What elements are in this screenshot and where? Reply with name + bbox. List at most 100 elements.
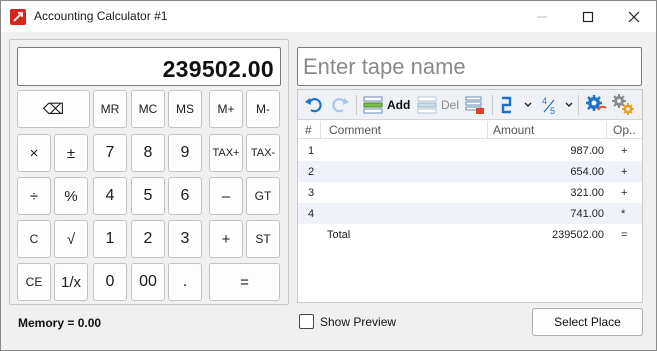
tape-row[interactable]: 4 741.00 * (298, 203, 642, 224)
column-header-comment[interactable]: Comment (329, 123, 381, 137)
double-zero-button[interactable]: 00 (131, 263, 165, 301)
calculator-window: Accounting Calculator #1 239502.00 ⌫ MR … (0, 0, 657, 351)
square-root-button[interactable]: √ (54, 220, 88, 258)
multiply-button[interactable]: × (17, 134, 51, 172)
backspace-button[interactable]: ⌫ (17, 90, 90, 128)
maximize-button[interactable] (565, 1, 611, 32)
undo-icon (305, 98, 322, 113)
clear-entry-button[interactable]: CE (17, 263, 51, 301)
tape-name-field[interactable] (297, 47, 642, 86)
recalculate-dropdown[interactable] (524, 93, 532, 117)
memory-clear-button[interactable]: MC (131, 90, 165, 128)
close-button[interactable] (611, 1, 657, 32)
memory-value: Memory = 0.00 (18, 316, 102, 330)
tax-plus-button[interactable]: TAX+ (209, 134, 243, 172)
minus-button[interactable]: – (209, 177, 243, 215)
recalculate-button[interactable] (500, 93, 514, 117)
row-amount[interactable]: 741.00 (570, 208, 604, 220)
row-number: 4 (308, 208, 315, 220)
row-amount[interactable]: 321.00 (570, 187, 604, 199)
row-number: 3 (308, 187, 315, 199)
tape-row[interactable]: 3 321.00 + (298, 182, 642, 203)
add-row-icon (363, 96, 383, 114)
digit-7-button[interactable]: 7 (93, 134, 127, 172)
app-logo-icon (10, 9, 26, 25)
digit-5-button[interactable]: 5 (131, 177, 165, 215)
digit-0-button[interactable]: 0 (93, 263, 127, 301)
digit-9-button[interactable]: 9 (168, 134, 202, 172)
redo-button[interactable] (330, 93, 350, 117)
tape-row[interactable]: 1 987.00 + (298, 140, 642, 161)
total-amount: 239502.00 (552, 229, 604, 241)
total-label: Total (327, 229, 351, 241)
row-op[interactable]: * (621, 208, 625, 220)
show-preview-checkbox[interactable]: Show Preview (299, 314, 396, 329)
column-header-op[interactable]: Op.. (613, 123, 636, 137)
checkbox-box[interactable] (299, 314, 314, 329)
svg-text:4: 4 (542, 96, 547, 106)
delete-row-button[interactable]: Del (416, 93, 459, 117)
clear-button[interactable]: C (17, 220, 51, 258)
subtotal-button[interactable]: ST (246, 220, 280, 258)
equals-button[interactable]: = (209, 263, 280, 301)
tape-total-row: Total 239502.00 = (298, 224, 642, 245)
add-label: Add (387, 98, 411, 112)
grand-total-button[interactable]: GT (246, 177, 280, 215)
undo-button[interactable] (304, 93, 324, 117)
row-op[interactable]: + (621, 145, 627, 157)
title-bar[interactable]: Accounting Calculator #1 (1, 1, 656, 32)
window-title: Accounting Calculator #1 (34, 9, 168, 23)
select-place-button[interactable]: Select Place (532, 308, 643, 336)
tax-minus-button[interactable]: TAX- (246, 134, 280, 172)
calculator-display: 239502.00 (17, 47, 281, 86)
digit-8-button[interactable]: 8 (131, 134, 165, 172)
clear-tape-button[interactable] (464, 93, 486, 117)
add-row-button[interactable]: Add (362, 93, 410, 117)
memory-add-button[interactable]: M+ (209, 90, 243, 128)
memory-recall-button[interactable]: MR (93, 90, 127, 128)
decimal-button[interactable]: . (168, 263, 202, 301)
row-amount[interactable]: 987.00 (570, 145, 604, 157)
row-op[interactable]: + (621, 166, 627, 178)
minimize-button[interactable] (519, 1, 565, 32)
percent-button[interactable]: % (54, 177, 88, 215)
redo-icon (332, 98, 349, 113)
digit-4-button[interactable]: 4 (93, 177, 127, 215)
gear-icon (586, 95, 607, 111)
tape-toolbar: Add Del 45 (298, 90, 642, 120)
reciprocal-button[interactable]: 1/x (54, 263, 88, 301)
row-number: 1 (308, 145, 315, 157)
options-button[interactable] (610, 93, 636, 117)
fraction-dropdown[interactable] (565, 93, 573, 117)
del-label: Del (441, 98, 460, 112)
recalculate-icon (501, 96, 512, 114)
settings-button[interactable] (584, 93, 608, 117)
digit-1-button[interactable]: 1 (93, 220, 127, 258)
digit-3-button[interactable]: 3 (168, 220, 202, 258)
digit-2-button[interactable]: 2 (131, 220, 165, 258)
memory-store-button[interactable]: MS (168, 90, 202, 128)
row-op[interactable]: + (621, 187, 627, 199)
chevron-down-icon (524, 102, 532, 107)
row-amount[interactable]: 654.00 (570, 166, 604, 178)
chevron-down-icon (565, 102, 573, 107)
memory-subtract-button[interactable]: M- (246, 90, 280, 128)
row-number: 2 (308, 166, 315, 178)
fraction-button[interactable]: 45 (541, 93, 559, 117)
divide-button[interactable]: ÷ (17, 177, 51, 215)
minimize-icon (537, 16, 547, 17)
total-op: = (621, 229, 628, 241)
svg-text:5: 5 (550, 106, 555, 116)
clear-tape-icon (465, 96, 484, 114)
column-header-amount[interactable]: Amount (493, 123, 534, 137)
gears-icon (612, 94, 634, 115)
tape-row[interactable]: 2 654.00 + (298, 161, 642, 182)
plus-button[interactable]: + (209, 220, 243, 258)
column-header-number[interactable]: # (305, 123, 312, 137)
plus-minus-button[interactable]: ± (54, 134, 88, 172)
delete-row-icon (417, 96, 437, 114)
fraction-icon: 45 (542, 96, 555, 116)
digit-6-button[interactable]: 6 (168, 177, 202, 215)
tape-panel: Add Del 45 # Comment Amount Op.. 1 987.0… (297, 89, 643, 303)
tape-name-input[interactable] (298, 48, 641, 85)
